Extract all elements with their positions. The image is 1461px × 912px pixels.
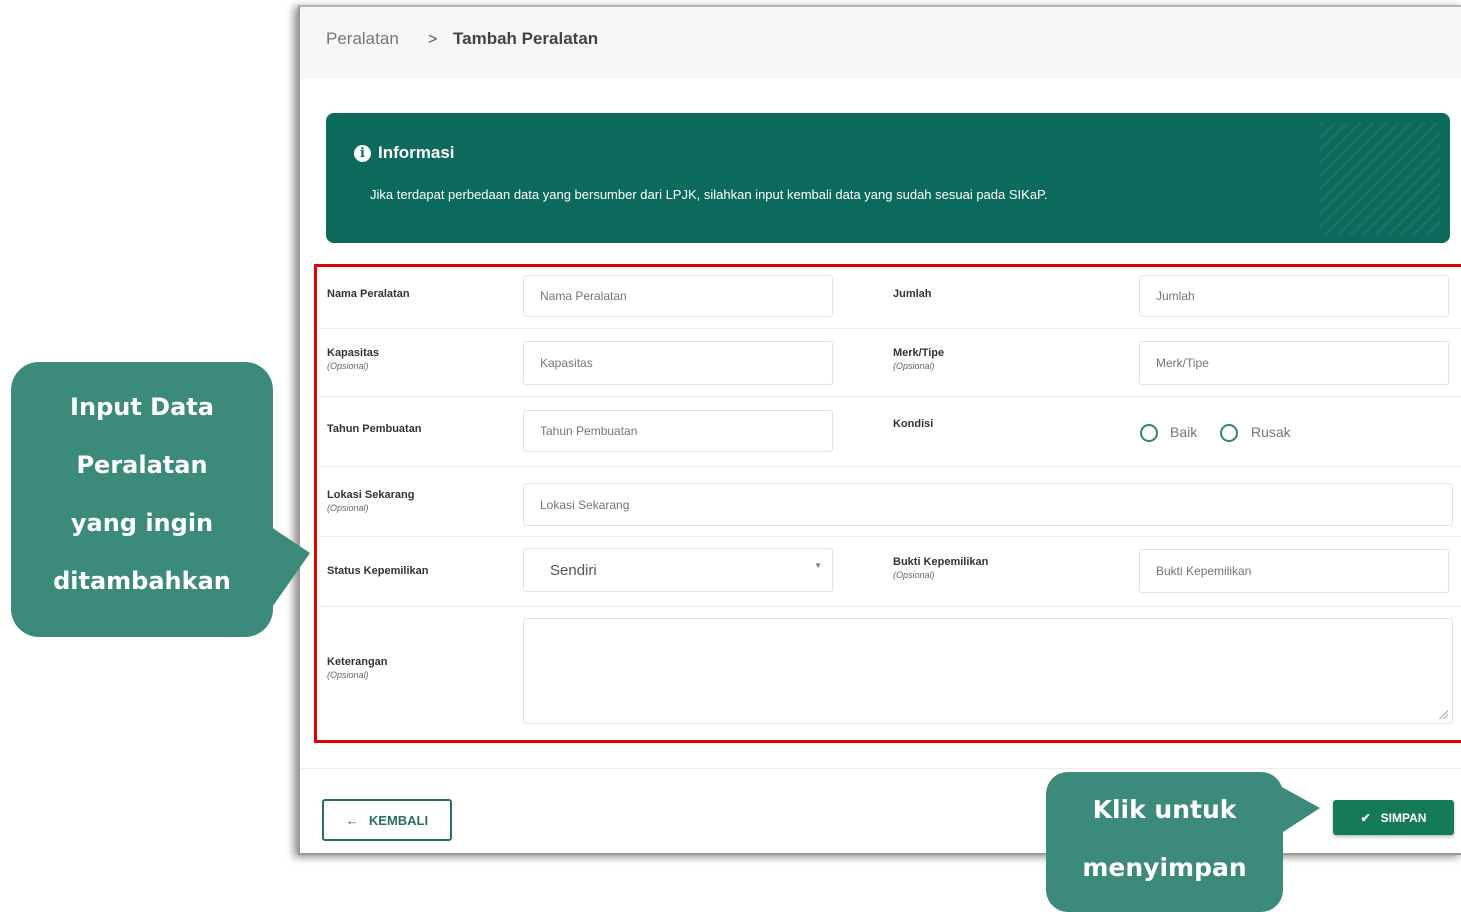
check-icon: ✔ <box>1360 810 1371 825</box>
row-divider <box>318 328 1461 329</box>
breadcrumb-separator: > <box>428 31 438 48</box>
radio-rusak[interactable] <box>1220 424 1238 442</box>
info-icon: i <box>354 145 371 162</box>
tahun-pembuatan-input[interactable] <box>523 410 833 452</box>
callout-line: ditambahkan <box>53 567 231 595</box>
label-lokasi-sekarang: Lokasi Sekarang (Opsional) <box>327 489 415 513</box>
radio-rusak-label[interactable]: Rusak <box>1251 424 1291 440</box>
row-divider <box>318 466 1461 467</box>
status-kepemilikan-value: Sendiri <box>550 561 597 579</box>
breadcrumb-current: Tambah Peralatan <box>453 29 599 48</box>
merk-tipe-input[interactable] <box>1139 341 1449 385</box>
callout-line: yang ingin <box>70 509 214 537</box>
callout-pointer <box>268 525 310 613</box>
kapasitas-input[interactable] <box>523 341 833 385</box>
label-nama-peralatan: Nama Peralatan <box>327 288 410 300</box>
label-keterangan: Keterangan (Opsional) <box>327 656 388 680</box>
callout-line: Input Data <box>70 393 214 421</box>
bukti-kepemilikan-input[interactable] <box>1139 549 1449 593</box>
radio-baik-label[interactable]: Baik <box>1170 424 1197 440</box>
row-divider <box>318 396 1461 397</box>
lokasi-sekarang-input[interactable] <box>523 483 1453 526</box>
keterangan-textarea[interactable] <box>523 618 1453 724</box>
label-bukti-kepemilikan: Bukti Kepemilikan (Opsional) <box>893 556 989 580</box>
callout-line: menyimpan <box>1082 853 1247 882</box>
arrow-left-icon: ← <box>345 812 359 828</box>
label-jumlah: Jumlah <box>893 288 932 300</box>
info-banner: i Informasi Jika terdapat perbedaan data… <box>326 113 1450 243</box>
callout-pointer <box>1280 786 1320 834</box>
status-kepemilikan-select[interactable]: Sendiri ▼ <box>523 548 833 592</box>
callout-line: Peralatan <box>76 451 208 479</box>
save-button-label: SIMPAN <box>1380 810 1427 825</box>
label-kondisi: Kondisi <box>893 418 934 430</box>
label-tahun-pembuatan: Tahun Pembuatan <box>327 423 422 435</box>
jumlah-input[interactable] <box>1139 275 1449 317</box>
resize-grip-icon[interactable] <box>1438 709 1448 719</box>
label-kapasitas: Kapasitas (Opsional) <box>327 347 379 371</box>
callout-save: Klik untuk menyimpan <box>1046 772 1283 912</box>
breadcrumb: Peralatan > Tambah Peralatan <box>300 7 1461 79</box>
back-button[interactable]: ← KEMBALI <box>322 799 452 841</box>
callout-input-data: Input Data Peralatan yang ingin ditambah… <box>11 362 273 637</box>
breadcrumb-parent[interactable]: Peralatan <box>326 29 399 49</box>
row-divider <box>318 606 1461 607</box>
save-button[interactable]: ✔ SIMPAN <box>1333 800 1454 835</box>
banner-pattern <box>1320 123 1440 235</box>
footer-divider <box>300 768 1461 769</box>
row-divider <box>318 536 1461 537</box>
label-status-kepemilikan: Status Kepemilikan <box>327 565 429 577</box>
radio-baik[interactable] <box>1140 424 1158 442</box>
label-merk-tipe: Merk/Tipe (Opsional) <box>893 347 945 371</box>
nama-peralatan-input[interactable] <box>523 275 833 317</box>
info-title: Informasi <box>378 143 455 162</box>
chevron-down-icon: ▼ <box>814 561 822 570</box>
back-button-label: KEMBALI <box>368 812 429 828</box>
info-message: Jika terdapat perbedaan data yang bersum… <box>370 187 1048 202</box>
callout-line: Klik untuk <box>1092 795 1237 824</box>
